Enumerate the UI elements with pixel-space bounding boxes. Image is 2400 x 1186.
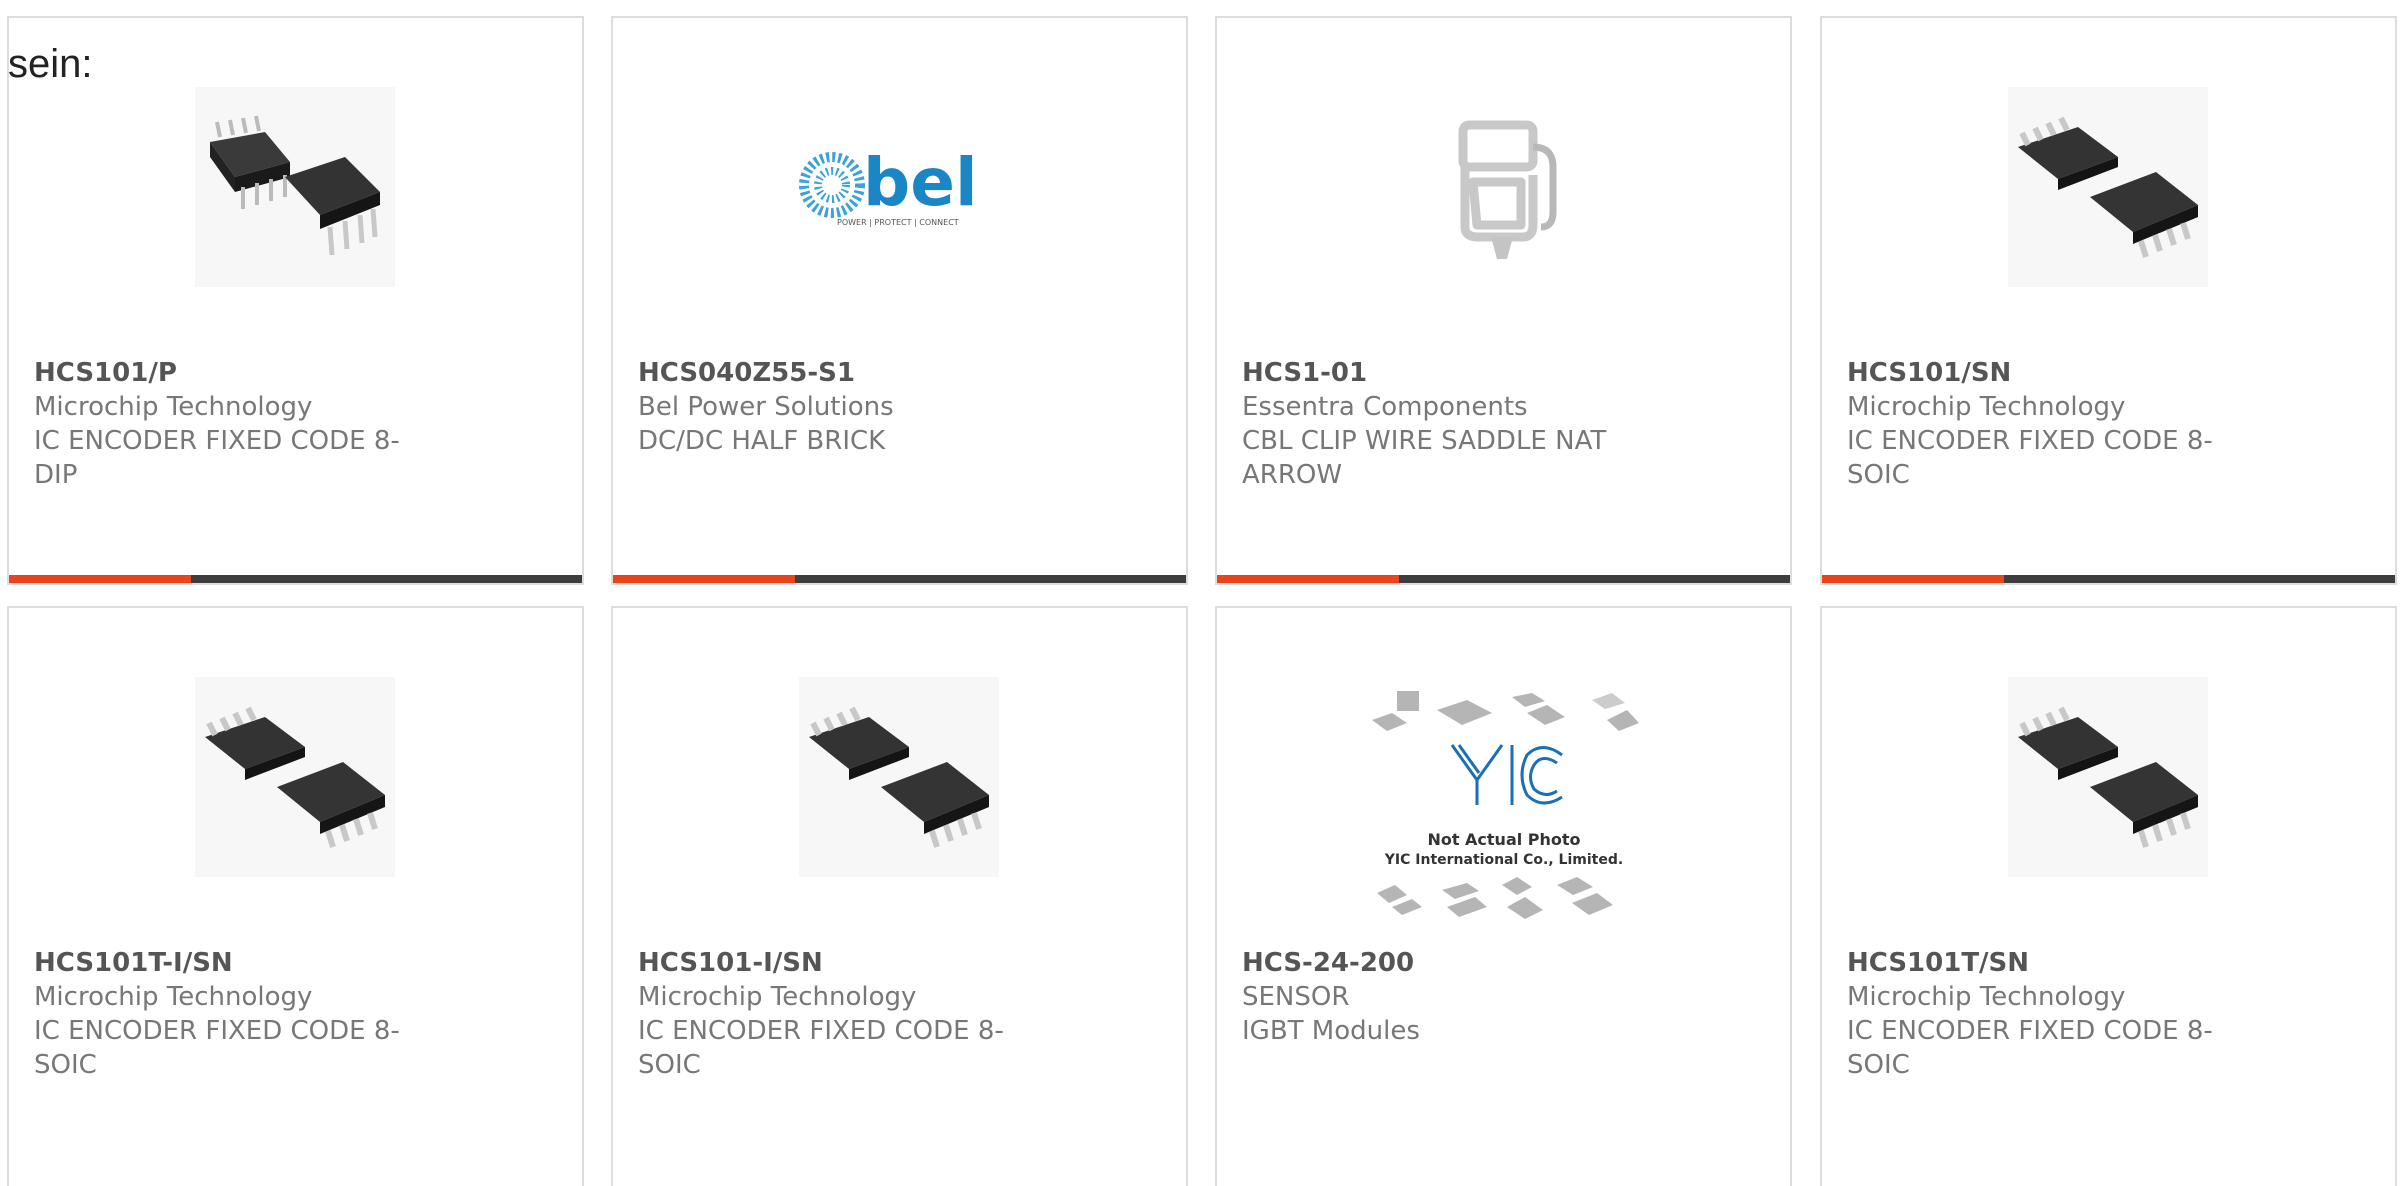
description: IC ENCODER FIXED CODE 8-SOIC [34,1016,400,1080]
description: IC ENCODER FIXED CODE 8-SOIC [638,1016,1004,1080]
product-card[interactable]: HCS1-01 Essentra Components CBL CLIP WIR… [1215,16,1792,585]
part-number[interactable]: HCS1-01 [1242,356,1765,390]
description: IGBT Modules [1242,1016,1420,1046]
description: DC/DC HALF BRICK [638,426,886,456]
product-card[interactable]: HCS101/SN Microchip Technology IC ENCODE… [1820,16,2397,585]
manufacturer: SENSOR [1242,982,1350,1012]
soic-chip-image[interactable] [2008,677,2208,877]
intro-text: sein: [8,42,93,86]
card-accent-bar [613,575,1186,583]
manufacturer: Microchip Technology [1847,982,2126,1012]
soic-chip-image[interactable] [799,677,999,877]
description: CBL CLIP WIRE SADDLE NAT ARROW [1242,426,1607,490]
manufacturer: Microchip Technology [638,982,917,1012]
part-number[interactable]: HCS040Z55-S1 [638,356,1161,390]
part-number[interactable]: HCS101-I/SN [638,946,1161,980]
dip-chip-image[interactable] [195,87,395,287]
soic-chip-image[interactable] [195,677,395,877]
placeholder-caption-line2: YIC International Co., Limited. [1384,852,1623,868]
product-card[interactable]: HCS101/P Microchip Technology IC ENCODER… [7,16,584,585]
product-grid: HCS101/P Microchip Technology IC ENCODER… [0,0,2400,1186]
manufacturer: Bel Power Solutions [638,392,894,422]
product-card[interactable]: Not Actual Photo YIC International Co., … [1215,606,1792,1186]
manufacturer: Essentra Components [1242,392,1528,422]
product-card[interactable]: HCS101T/SN Microchip Technology IC ENCOD… [1820,606,2397,1186]
bel-tagline: POWER | PROTECT | CONNECT [837,218,959,227]
card-accent-bar [1822,575,2395,583]
bel-logo-text: bel [863,144,978,221]
manufacturer: Microchip Technology [1847,392,2126,422]
product-card[interactable]: bel POWER | PROTECT | CONNECT HCS040Z55-… [611,16,1188,585]
part-number[interactable]: HCS101/P [34,356,557,390]
card-accent-bar [9,575,582,583]
part-number[interactable]: HCS101T/SN [1847,946,2370,980]
part-number[interactable]: HCS-24-200 [1242,946,1765,980]
manufacturer: Microchip Technology [34,982,313,1012]
cable-clip-image[interactable] [1403,87,1603,287]
soic-chip-image[interactable] [2008,87,2208,287]
description: IC ENCODER FIXED CODE 8-SOIC [1847,426,2213,490]
product-card[interactable]: HCS101T-I/SN Microchip Technology IC ENC… [7,606,584,1186]
placeholder-caption-line1: Not Actual Photo [1427,830,1580,849]
manufacturer: Microchip Technology [34,392,313,422]
product-card[interactable]: HCS101-I/SN Microchip Technology IC ENCO… [611,606,1188,1186]
description: IC ENCODER FIXED CODE 8-DIP [34,426,400,490]
description: IC ENCODER FIXED CODE 8-SOIC [1847,1016,2213,1080]
part-number[interactable]: HCS101/SN [1847,356,2370,390]
not-actual-photo-image[interactable]: Not Actual Photo YIC International Co., … [1367,685,1641,931]
bel-logo-image[interactable]: bel POWER | PROTECT | CONNECT [799,87,999,287]
card-accent-bar [1217,575,1790,583]
part-number[interactable]: HCS101T-I/SN [34,946,557,980]
